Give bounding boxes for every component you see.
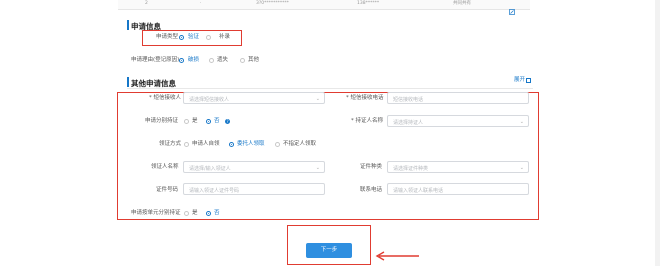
unit-split-yes-radio[interactable] [184,211,189,216]
sms-phone-label: * 短信接收电话 [346,95,384,101]
reason-option-damaged-radio[interactable] [179,58,184,63]
id-number-label: 证件号码 [156,187,179,193]
holder-label: * 持证人名称 [351,118,383,124]
contact-phone-placeholder: 请输入领证人联系电话 [393,188,444,194]
id-type-label: 证件种类 [360,164,383,170]
sms-receiver-label: * 短信接收人 [149,95,181,101]
unit-split-label: 申请按单元分别持证 [131,210,181,216]
application-reason-label: 申请理由(登记原因) [131,57,180,63]
row-dot: · [200,1,202,6]
application-type-label: 申请类型 [156,34,179,40]
pickup-unspecified-radio[interactable] [275,142,280,147]
sms-phone-placeholder: 短信接收电话 [393,97,424,103]
chevron-down-icon: ⌄ [315,165,320,171]
chevron-down-icon: ⌄ [315,96,320,102]
row-index: 2 [145,1,148,6]
next-step-button[interactable]: 下一步 [306,243,352,258]
type-option-verify-label[interactable]: 验证 [188,34,199,41]
holder-select[interactable]: 请选择持证人 ⌄ [387,115,529,127]
split-cert-yes-label[interactable]: 是 [192,118,198,125]
annotation-arrow-icon [374,246,420,261]
unit-split-yes-label[interactable]: 是 [192,210,198,217]
row-relation: 共同共有 [453,1,471,6]
sms-receiver-placeholder: 请选择短信接收人 [189,97,230,103]
type-option-supplement-radio[interactable] [206,35,211,40]
contact-phone-input[interactable]: 请输入领证人联系电话 [387,183,529,195]
reason-option-other-label[interactable]: 其他 [248,57,259,64]
help-icon[interactable]: ? [225,119,230,124]
pickup-unspecified-label[interactable]: 不指定人领取 [283,141,316,148]
split-cert-label: 申请分别持证 [145,118,179,124]
section-accent-bar [127,20,129,30]
pickup-self-radio[interactable] [184,142,189,147]
id-type-select[interactable]: 请选择证件种类 ⌄ [387,161,529,173]
other-section-accent-bar [127,77,129,87]
pickup-person-placeholder: 请选择/输入领证人 [189,166,231,172]
holder-placeholder: 请选择持证人 [393,120,424,126]
expand-icon[interactable] [526,78,531,83]
annotation-box-other-info [117,92,539,220]
pickup-delegate-radio[interactable] [229,142,234,147]
scrollbar-track[interactable] [655,0,660,266]
split-cert-no-radio[interactable] [206,119,211,124]
pickup-method-label: 领证方式 [159,141,182,147]
section-divider [127,88,533,89]
pickup-self-label[interactable]: 申请人自领 [192,141,220,148]
reason-option-other-radio[interactable] [240,58,245,63]
contact-phone-label: 联系电话 [360,187,383,193]
reason-option-damaged-label[interactable]: 破损 [188,57,199,64]
pickup-delegate-label[interactable]: 委托人领取 [237,141,265,148]
sms-phone-input[interactable]: 短信接收电话 [387,92,529,104]
chevron-down-icon: ⌄ [519,119,524,125]
expand-toggle[interactable]: 展开 [514,77,525,84]
reason-option-lost-radio[interactable] [209,58,214,63]
id-type-placeholder: 请选择证件种类 [393,166,429,172]
chevron-down-icon: ⌄ [519,165,524,171]
reason-option-lost-label[interactable]: 遗失 [217,57,228,64]
unit-split-no-radio[interactable] [206,211,211,216]
unit-split-no-label[interactable]: 否 [214,210,220,217]
pickup-person-label: 领证人名称 [151,164,179,170]
id-number-input[interactable]: 请输入领证人证件号码 [183,183,325,195]
pickup-person-select[interactable]: 请选择/输入领证人 ⌄ [183,161,325,173]
id-number-placeholder: 请输入领证人证件号码 [189,188,240,194]
type-option-supplement-label[interactable]: 补录 [219,34,230,41]
row-phone: 138****** [357,1,380,6]
split-cert-no-label[interactable]: 否 [214,118,220,125]
split-cert-yes-radio[interactable] [184,119,189,124]
type-option-verify-radio[interactable] [179,35,184,40]
sms-receiver-select[interactable]: 请选择短信接收人 ⌄ [183,92,325,104]
row-id-number: 3?0*********** [256,1,289,6]
edit-icon[interactable] [509,0,515,15]
